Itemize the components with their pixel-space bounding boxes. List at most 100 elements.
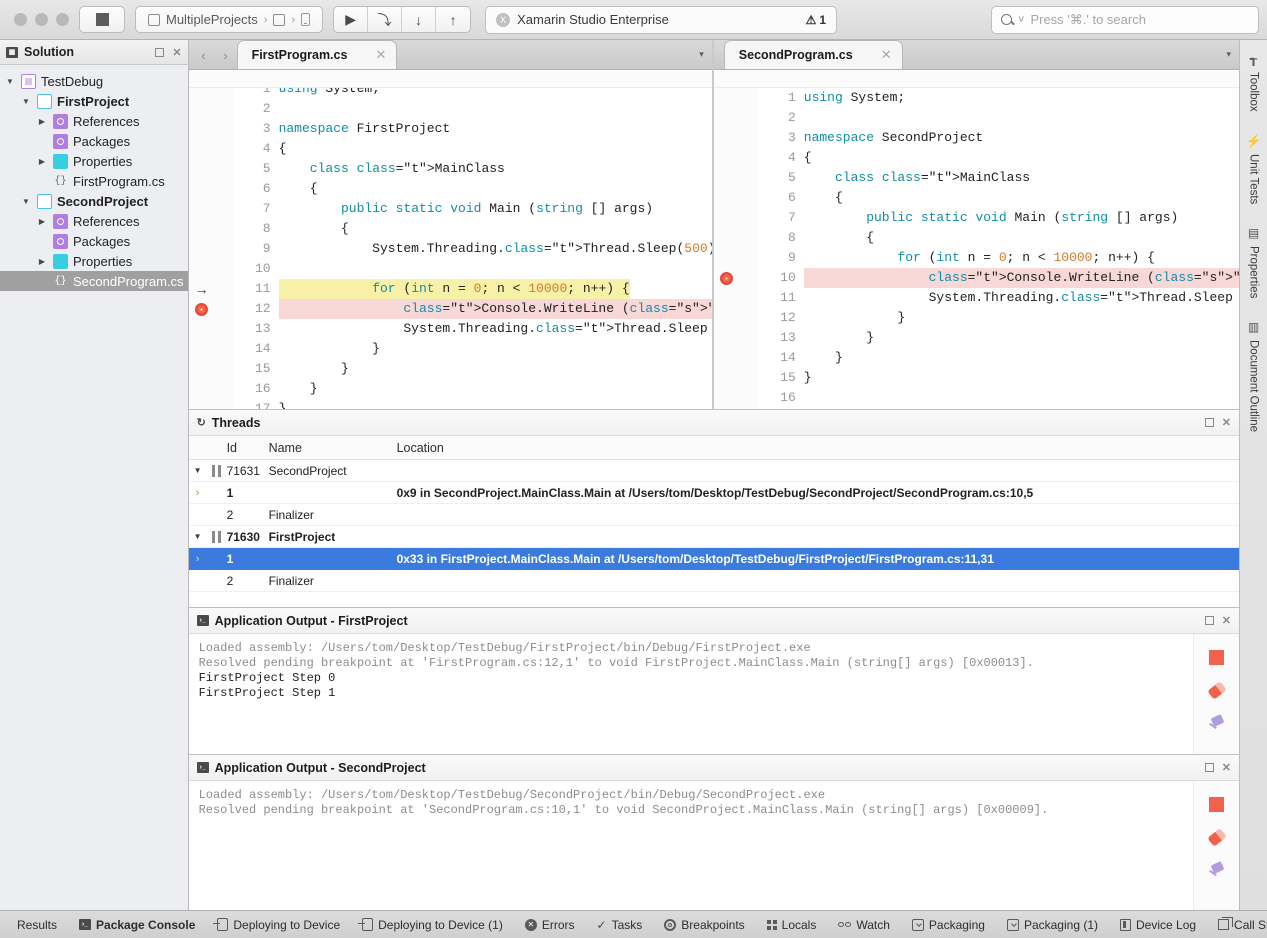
run-button[interactable]: ▶ (334, 7, 368, 32)
status-item-watch[interactable]: Watch (827, 918, 901, 932)
code-line[interactable]: 5 class class="t">MainClass (233, 159, 712, 179)
output-first-close-button[interactable]: ✕ (1222, 614, 1231, 627)
tab-first-program[interactable]: FirstProgram.cs ✕ (237, 40, 398, 69)
status-item-packaging[interactable]: Packaging (901, 918, 996, 932)
code-line[interactable]: 14 } (758, 348, 1239, 368)
tree-twisty[interactable]: ▼ (20, 97, 32, 106)
code-line[interactable]: 12 } (758, 308, 1239, 328)
tree-twisty[interactable]: ▶ (36, 117, 48, 126)
status-item-results[interactable]: Results (6, 918, 68, 932)
solution-close-button[interactable]: ✕ (172, 46, 181, 59)
editor-tab-list-caret-icon-2[interactable]: ▾ (1226, 49, 1239, 60)
code-line[interactable]: 10 class="t">Console.WriteLine (class="s… (758, 268, 1239, 288)
code-line[interactable]: 7 public static void Main (string [] arg… (233, 199, 712, 219)
tree-item-secondprogram-cs[interactable]: {}SecondProgram.cs (0, 271, 188, 291)
status-item-packaging-1-[interactable]: Packaging (1) (996, 918, 1109, 932)
tab-second-program-close-icon[interactable]: ✕ (881, 47, 892, 63)
code-line[interactable]: 2 (758, 108, 1239, 128)
status-item-deploying-to-device-1-[interactable]: Deploying to Device (1) (351, 918, 514, 932)
tree-item-properties[interactable]: ▶Properties (0, 251, 188, 271)
table-row[interactable]: 2Finalizer (189, 570, 1239, 592)
code-line[interactable]: 1using System; (758, 88, 1239, 108)
code-line[interactable]: 9 for (int n = 0; n < 10000; n++) { (758, 248, 1239, 268)
code-line[interactable]: 2 (233, 99, 712, 119)
rail-item-properties[interactable]: ▤Properties (1248, 226, 1260, 298)
code-line[interactable]: 12 class="t">Console.WriteLine (class="s… (233, 299, 712, 319)
tree-twisty[interactable]: ▼ (4, 77, 16, 86)
code-line[interactable]: 6 { (758, 188, 1239, 208)
tree-item-testdebug[interactable]: ▼TestDebug (0, 71, 188, 91)
code-line[interactable]: 1using System; (233, 88, 712, 99)
status-item-tasks[interactable]: ✓Tasks (586, 918, 654, 932)
status-item-deploying-to-device[interactable]: Deploying to Device (206, 918, 351, 932)
minimize-window-button[interactable] (35, 13, 48, 26)
window-controls[interactable] (8, 13, 79, 26)
status-item-locals[interactable]: Locals (756, 918, 828, 932)
close-window-button[interactable] (14, 13, 27, 26)
stop-icon-2[interactable] (1209, 797, 1224, 812)
step-over-button[interactable]: ⤵ (368, 7, 402, 32)
column-header-location[interactable]: Location (397, 441, 1239, 455)
solution-minimize-button[interactable] (155, 48, 164, 57)
code-line[interactable]: 13 System.Threading.class="t">Thread.Sle… (233, 319, 712, 339)
tree-item-firstproject[interactable]: ▼FirstProject (0, 91, 188, 111)
rail-item-unit-tests[interactable]: ⚡Unit Tests (1246, 134, 1261, 204)
editor-body-first[interactable]: → 1using System;2 3namespace FirstProjec… (189, 88, 712, 409)
rail-item-toolbox[interactable]: ┱Toolbox (1248, 52, 1260, 112)
tree-item-properties[interactable]: ▶Properties (0, 151, 188, 171)
tree-twisty[interactable]: ▶ (36, 257, 48, 266)
code-line[interactable]: 7 public static void Main (string [] arg… (758, 208, 1239, 228)
editor-gutter-second[interactable] (714, 88, 758, 409)
status-item-call-stack[interactable]: Call Stack (1207, 918, 1267, 932)
pin-icon-2[interactable] (1209, 863, 1225, 879)
stop-icon[interactable] (1209, 650, 1224, 665)
application-output-first-text[interactable]: Loaded assembly: /Users/tom/Desktop/Test… (189, 634, 1193, 754)
code-line[interactable]: 13 } (758, 328, 1239, 348)
editor-code-first[interactable]: 1using System;2 3namespace FirstProject4… (233, 88, 712, 409)
application-output-second-actions[interactable] (1193, 781, 1239, 910)
status-item-device-log[interactable]: Device Log (1109, 918, 1207, 932)
tree-item-secondproject[interactable]: ▼SecondProject (0, 191, 188, 211)
table-row[interactable]: 2Finalizer (189, 504, 1239, 526)
code-line[interactable]: 4{ (758, 148, 1239, 168)
warning-badge[interactable]: ⚠ 1 (806, 13, 826, 27)
table-row[interactable]: ▼71630FirstProject (189, 526, 1239, 548)
output-second-close-button[interactable]: ✕ (1222, 761, 1231, 774)
code-line[interactable]: 15} (758, 368, 1239, 388)
table-row[interactable]: ›10x9 in SecondProject.MainClass.Main at… (189, 482, 1239, 504)
row-twisty[interactable]: › (189, 487, 207, 499)
application-output-first-actions[interactable] (1193, 634, 1239, 754)
code-line[interactable]: 8 { (758, 228, 1239, 248)
right-rail[interactable]: ┱Toolbox⚡Unit Tests▤Properties▥Document … (1239, 40, 1267, 910)
tree-twisty[interactable]: ▶ (36, 157, 48, 166)
project-selector[interactable]: MultipleProjects › › (135, 6, 323, 33)
tab-first-program-close-icon[interactable]: ✕ (375, 47, 386, 63)
breakpoint-icon[interactable] (718, 268, 736, 288)
tree-item-references[interactable]: ▶References (0, 111, 188, 131)
table-row[interactable]: ▼71631SecondProject (189, 460, 1239, 482)
search-box[interactable]: ˅ Press '⌘.' to search (991, 6, 1259, 34)
code-line[interactable]: 16 (758, 388, 1239, 408)
tree-twisty[interactable]: ▶ (36, 217, 48, 226)
status-item-package-console[interactable]: ›_Package Console (68, 918, 206, 932)
code-line[interactable]: 14 } (233, 339, 712, 359)
code-line[interactable]: 6 { (233, 179, 712, 199)
step-into-button[interactable]: ↓ (402, 7, 436, 32)
code-line[interactable]: 8 { (233, 219, 712, 239)
status-item-errors[interactable]: ✕Errors (514, 918, 586, 932)
breakpoint-icon[interactable] (193, 299, 211, 319)
row-twisty[interactable]: ▼ (189, 532, 207, 541)
threads-table-body[interactable]: ▼71631SecondProject›10x9 in SecondProjec… (189, 460, 1239, 607)
nav-back-button[interactable]: ‹ (193, 41, 215, 69)
pin-icon[interactable] (1209, 716, 1225, 732)
step-out-button[interactable]: ↑ (436, 7, 470, 32)
threads-minimize-button[interactable] (1205, 418, 1214, 427)
application-output-second-text[interactable]: Loaded assembly: /Users/tom/Desktop/Test… (189, 781, 1193, 910)
editor-code-second[interactable]: 1using System;2 3namespace SecondProject… (758, 88, 1239, 408)
status-area[interactable]: X Xamarin Studio Enterprise ⚠ 1 (485, 6, 837, 34)
code-line[interactable]: 3namespace FirstProject (233, 119, 712, 139)
debug-controls[interactable]: ▶ ⤵ ↓ ↑ (333, 6, 471, 33)
code-line[interactable]: 11 System.Threading.class="t">Thread.Sle… (758, 288, 1239, 308)
clear-icon[interactable] (1207, 681, 1226, 700)
nav-forward-button[interactable]: › (215, 41, 237, 69)
